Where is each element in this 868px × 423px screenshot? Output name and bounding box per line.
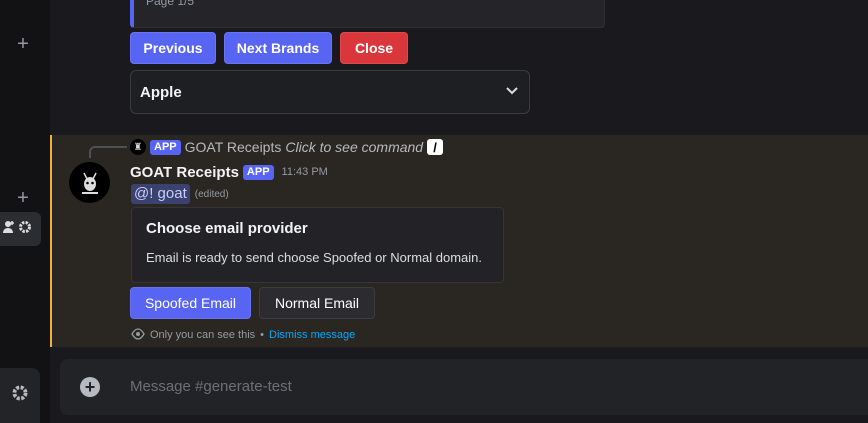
- plus-glyph: +: [17, 33, 29, 55]
- message-input[interactable]: Message #generate-test: [130, 378, 292, 395]
- author-name[interactable]: GOAT Receipts: [130, 164, 239, 181]
- message-header: GOAT Receipts APP 11:43 PM: [130, 163, 328, 181]
- reply-connector: [89, 146, 127, 158]
- add-server-icon[interactable]: +: [14, 187, 32, 209]
- message-content: @! goat (edited): [131, 184, 229, 204]
- gear-icon[interactable]: [17, 219, 33, 240]
- app-tag: APP: [150, 139, 181, 155]
- upload-plus-icon[interactable]: +: [80, 377, 100, 397]
- dismiss-message-link[interactable]: Dismiss message: [269, 329, 355, 341]
- embed-title: Choose email provider: [146, 220, 308, 237]
- previous-button[interactable]: Previous: [130, 32, 216, 64]
- command-hint[interactable]: Click to see command: [285, 139, 423, 155]
- gear-icon: [10, 383, 30, 408]
- reply-bot-name: GOAT Receipts: [184, 139, 282, 155]
- spoofed-email-button[interactable]: Spoofed Email: [130, 287, 251, 319]
- add-server-icon[interactable]: +: [14, 33, 32, 55]
- reply-context[interactable]: ♜ APP GOAT Receipts Click to see command…: [130, 139, 444, 155]
- edited-label: (edited): [194, 188, 229, 200]
- next-brands-button[interactable]: Next Brands: [224, 32, 332, 64]
- user-mention[interactable]: @! goat: [131, 184, 190, 204]
- brand-select[interactable]: Apple: [130, 70, 530, 114]
- server-rail: + +: [0, 0, 50, 423]
- plus-glyph: +: [17, 187, 29, 209]
- embed: Choose email provider Email is ready to …: [131, 207, 504, 283]
- close-button[interactable]: Close: [340, 32, 408, 64]
- avatar[interactable]: [69, 162, 110, 203]
- normal-email-button[interactable]: Normal Email: [259, 287, 375, 319]
- user-controls: [0, 212, 41, 246]
- ephemeral-text: Only you can see this: [150, 329, 256, 341]
- page-indicator: Page 1/5: [146, 0, 195, 8]
- previous-embed: Page 1/5: [130, 0, 605, 28]
- eye-icon: [131, 327, 145, 343]
- bot-avatar-mini: ♜: [130, 139, 146, 155]
- app-tag: APP: [242, 164, 274, 180]
- timestamp: 11:43 PM: [281, 166, 328, 178]
- select-value: Apple: [140, 83, 182, 101]
- ephemeral-notice: Only you can see this • Dismiss message: [131, 327, 355, 343]
- add-member-icon[interactable]: [3, 220, 15, 239]
- embed-description: Email is ready to send choose Spoofed or…: [146, 250, 483, 265]
- message-composer[interactable]: + Message #generate-test: [60, 359, 868, 415]
- separator: •: [260, 329, 265, 341]
- slash-command-icon: /: [427, 139, 444, 155]
- chevron-down-icon: [505, 83, 519, 101]
- settings-button[interactable]: [0, 368, 40, 423]
